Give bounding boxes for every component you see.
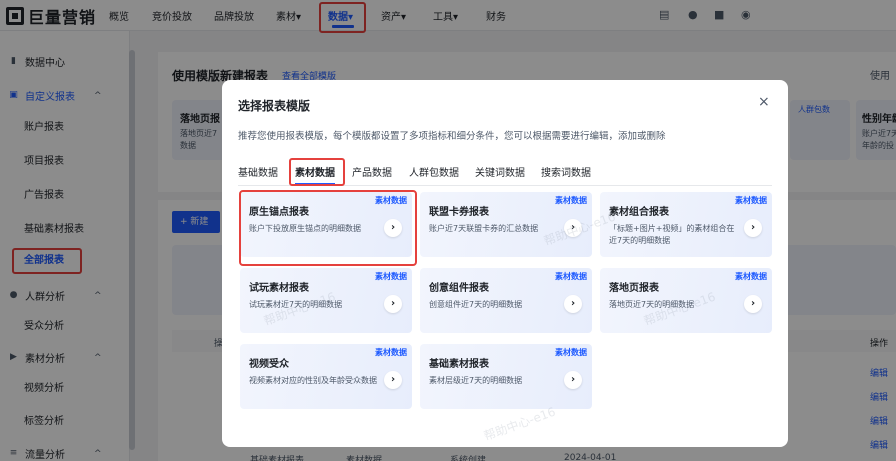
card-badge: 素材数据	[735, 272, 767, 281]
tab-basic-data[interactable]: 基础数据	[238, 164, 278, 179]
card-title: 联盟卡券报表	[429, 207, 489, 218]
card-badge: 素材数据	[555, 272, 587, 281]
template-card-coupon[interactable]: 素材数据 联盟卡券报表 账户近7天联盟卡券的汇总数据 ›	[420, 192, 592, 257]
card-desc: 「标题+图片+视频」的素材组合在近7天的明细数据	[609, 224, 735, 245]
card-title: 试玩素材报表	[249, 283, 309, 294]
card-title: 创意组件报表	[429, 283, 489, 294]
chevron-right-icon[interactable]: ›	[384, 295, 402, 313]
card-desc: 账户近7天联盟卡券的汇总数据	[429, 224, 539, 233]
template-card-playable[interactable]: 素材数据 试玩素材报表 试玩素材近7天的明细数据 ›	[240, 268, 412, 333]
card-badge: 素材数据	[555, 196, 587, 205]
tab-search-term-data[interactable]: 搜索词数据	[541, 164, 591, 179]
template-card-material-combo[interactable]: 素材数据 素材组合报表 「标题+图片+视频」的素材组合在近7天的明细数据 ›	[600, 192, 772, 257]
chevron-right-icon[interactable]: ›	[564, 219, 582, 237]
tab-keyword-data[interactable]: 关键词数据	[475, 164, 525, 179]
modal-title: 选择报表模版	[238, 99, 311, 113]
close-icon[interactable]: ×	[758, 94, 770, 110]
card-title: 素材组合报表	[609, 207, 669, 218]
template-picker-modal: 选择报表模版 × 推荐您使用报表模版，每个模版都设置了多项指标和细分条件，您可以…	[222, 80, 788, 447]
chevron-right-icon[interactable]: ›	[744, 219, 762, 237]
card-desc: 落地页近7天的明细数据	[609, 300, 695, 309]
card-title: 落地页报表	[609, 283, 659, 294]
template-card-landing-page[interactable]: 素材数据 落地页报表 落地页近7天的明细数据 ›	[600, 268, 772, 333]
annotation-box-card	[239, 190, 417, 266]
chevron-right-icon[interactable]: ›	[384, 371, 402, 389]
tab-product-data[interactable]: 产品数据	[352, 164, 392, 179]
card-badge: 素材数据	[555, 348, 587, 357]
card-title: 基础素材报表	[429, 359, 489, 370]
template-card-creative-component[interactable]: 素材数据 创意组件报表 创意组件近7天的明细数据 ›	[420, 268, 592, 333]
annotation-box-tab	[289, 158, 345, 186]
card-desc: 视频素材对应的性别及年龄受众数据	[249, 376, 377, 385]
chevron-right-icon[interactable]: ›	[744, 295, 762, 313]
card-desc: 素材层级近7天的明细数据	[429, 376, 523, 385]
modal-description: 推荐您使用报表模版，每个模版都设置了多项指标和细分条件，您可以根据需要进行编辑，…	[238, 131, 666, 142]
chevron-right-icon[interactable]: ›	[564, 371, 582, 389]
template-card-basic-material[interactable]: 素材数据 基础素材报表 素材层级近7天的明细数据 ›	[420, 344, 592, 409]
card-title: 视频受众	[249, 359, 289, 370]
card-badge: 素材数据	[375, 348, 407, 357]
card-badge: 素材数据	[375, 272, 407, 281]
card-badge: 素材数据	[735, 196, 767, 205]
chevron-right-icon[interactable]: ›	[564, 295, 582, 313]
tab-audience-data[interactable]: 人群包数据	[409, 164, 459, 179]
template-card-video-audience[interactable]: 素材数据 视频受众 视频素材对应的性别及年龄受众数据 ›	[240, 344, 412, 409]
card-desc: 创意组件近7天的明细数据	[429, 300, 523, 309]
card-desc: 试玩素材近7天的明细数据	[249, 300, 343, 309]
